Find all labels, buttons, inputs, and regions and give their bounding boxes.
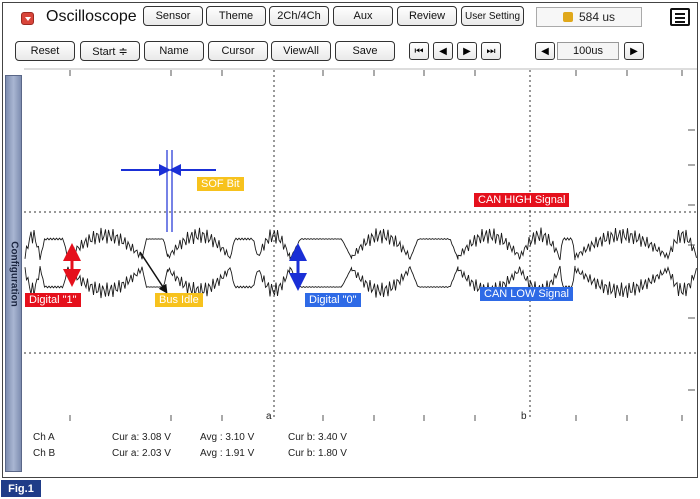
channel-a-name: Ch A xyxy=(33,432,55,443)
digital-one-label: Digital "1" xyxy=(25,293,81,307)
aux-button[interactable]: Aux xyxy=(333,6,393,26)
reset-button[interactable]: Reset xyxy=(15,41,75,61)
app-menu-icon[interactable] xyxy=(21,12,34,25)
channel-a-cur-a: Cur a: 3.08 V xyxy=(112,432,171,443)
last-frame-button[interactable]: ⏭ xyxy=(481,42,501,60)
can-low-label: CAN LOW Signal xyxy=(480,287,573,301)
first-frame-button[interactable]: ⏮ xyxy=(409,42,429,60)
channel-a-avg: Avg : 3.10 V xyxy=(200,432,255,443)
timebase-decrease-button[interactable]: ◀ xyxy=(535,42,555,60)
viewall-button[interactable]: ViewAll xyxy=(271,41,331,61)
time-readout-value: 584 us xyxy=(578,10,616,24)
time-readout: 584 us xyxy=(536,7,642,27)
can-high-label: CAN HIGH Signal xyxy=(474,193,570,207)
configuration-tab-label: Configuration xyxy=(8,240,19,307)
bus-idle-label: Bus Idle xyxy=(155,293,203,307)
next-frame-button[interactable]: ▶ xyxy=(457,42,477,60)
figure-tag: Fig.1 xyxy=(1,480,41,497)
window-menu-icon[interactable] xyxy=(670,8,690,26)
configuration-tab[interactable]: Configuration xyxy=(5,75,22,472)
sensor-button[interactable]: Sensor xyxy=(143,6,203,26)
digital-zero-label: Digital "0" xyxy=(305,293,361,307)
theme-button[interactable]: Theme xyxy=(206,6,266,26)
channel-toggle-button[interactable]: 2Ch/4Ch xyxy=(269,6,329,26)
channel-b-avg: Avg : 1.91 V xyxy=(200,448,255,459)
channel-b-name: Ch B xyxy=(33,448,56,459)
sof-bit-label: SOF Bit xyxy=(197,177,244,191)
channel-b-cur-b: Cur b: 1.80 V xyxy=(288,448,347,459)
name-button[interactable]: Name xyxy=(144,41,204,61)
timebase-display: 100us xyxy=(557,42,619,60)
save-button[interactable]: Save xyxy=(335,41,395,61)
cursor-button[interactable]: Cursor xyxy=(208,41,268,61)
prev-frame-button[interactable]: ◀ xyxy=(433,42,453,60)
cursor-delta-icon xyxy=(562,12,573,22)
app-title: Oscilloscope xyxy=(46,8,137,25)
user-setting-button[interactable]: User Setting xyxy=(461,6,524,26)
channel-a-cur-b: Cur b: 3.40 V xyxy=(288,432,347,443)
review-button[interactable]: Review xyxy=(397,6,457,26)
channel-b-cur-a: Cur a: 2.03 V xyxy=(112,448,171,459)
timebase-increase-button[interactable]: ▶ xyxy=(624,42,644,60)
start-select[interactable]: Start ≑ xyxy=(80,41,140,61)
cursor-a-label: a xyxy=(266,411,272,422)
cursor-b-label: b xyxy=(521,411,527,422)
